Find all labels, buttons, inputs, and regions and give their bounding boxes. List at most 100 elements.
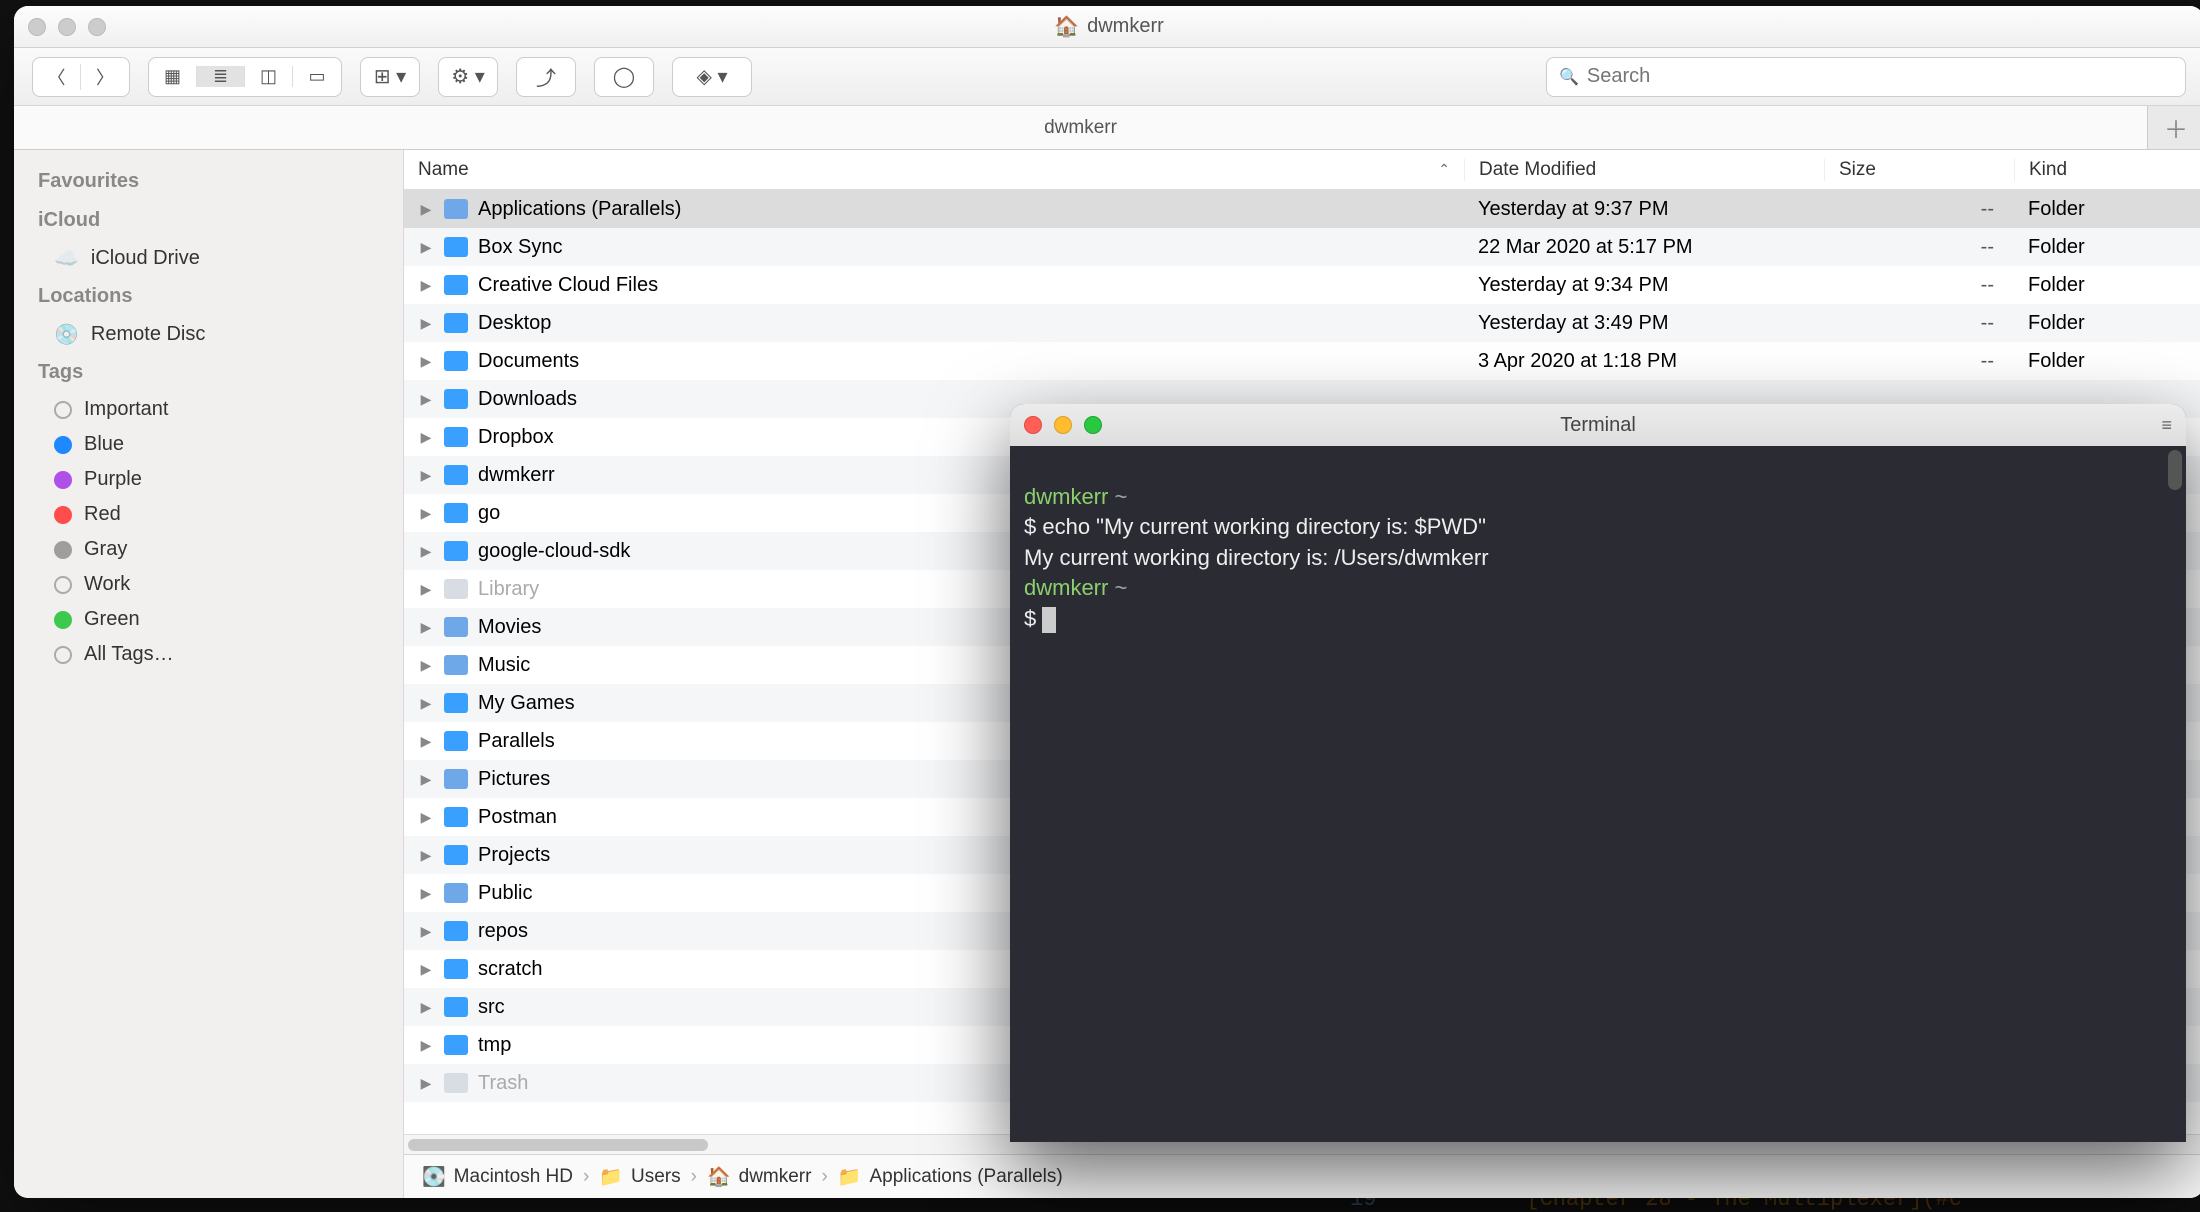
cloud-icon: ☁️ bbox=[54, 246, 79, 271]
column-size[interactable]: Size bbox=[1824, 159, 2014, 181]
disclosure-triangle-icon[interactable]: ▶ bbox=[418, 809, 434, 826]
path-separator-icon: › bbox=[691, 1166, 697, 1188]
minimize-button[interactable] bbox=[58, 18, 76, 36]
home-icon: 🏠 bbox=[1054, 14, 1079, 39]
disclosure-triangle-icon[interactable]: ▶ bbox=[418, 505, 434, 522]
zoom-button[interactable] bbox=[88, 18, 106, 36]
disclosure-triangle-icon[interactable]: ▶ bbox=[418, 391, 434, 408]
column-kind[interactable]: Kind bbox=[2014, 159, 2200, 181]
view-list-button[interactable]: ≣ bbox=[197, 66, 245, 87]
disclosure-triangle-icon[interactable]: ▶ bbox=[418, 847, 434, 864]
search-field[interactable]: 🔍 bbox=[1546, 57, 2186, 97]
view-icon-button[interactable]: ▦ bbox=[149, 66, 197, 87]
folder-icon bbox=[444, 199, 468, 219]
search-input[interactable] bbox=[1587, 65, 2173, 88]
disc-icon: 💿 bbox=[54, 322, 79, 347]
disclosure-triangle-icon[interactable]: ▶ bbox=[418, 543, 434, 560]
disclosure-triangle-icon[interactable]: ▶ bbox=[418, 1037, 434, 1054]
file-kind: Folder bbox=[2014, 312, 2200, 335]
sidebar-tag-item[interactable]: Purple bbox=[14, 462, 403, 497]
sidebar-item-label: Work bbox=[84, 573, 130, 596]
file-row[interactable]: ▶Applications (Parallels)Yesterday at 9:… bbox=[404, 190, 2200, 228]
disclosure-triangle-icon[interactable]: ▶ bbox=[418, 467, 434, 484]
column-name[interactable]: Name ⌃ bbox=[404, 159, 1464, 181]
column-date-modified[interactable]: Date Modified bbox=[1464, 159, 1824, 181]
disclosure-triangle-icon[interactable]: ▶ bbox=[418, 1075, 434, 1092]
path-component[interactable]: 📁Users bbox=[599, 1165, 680, 1189]
file-name: Library bbox=[478, 578, 539, 601]
disclosure-triangle-icon[interactable]: ▶ bbox=[418, 771, 434, 788]
file-name: Public bbox=[478, 882, 532, 905]
file-size: -- bbox=[1824, 198, 2014, 221]
sidebar-tag-item[interactable]: Green bbox=[14, 602, 403, 637]
terminal-titlebar[interactable]: Terminal ≡ bbox=[1010, 404, 2186, 446]
sidebar-tag-item[interactable]: Red bbox=[14, 497, 403, 532]
file-row[interactable]: ▶Creative Cloud FilesYesterday at 9:34 P… bbox=[404, 266, 2200, 304]
file-kind: Folder bbox=[2014, 236, 2200, 259]
sidebar-tag-item[interactable]: Blue bbox=[14, 427, 403, 462]
folder-icon bbox=[444, 427, 468, 447]
scrollbar-thumb[interactable] bbox=[408, 1139, 708, 1151]
path-component[interactable]: 💽Macintosh HD bbox=[422, 1165, 573, 1189]
file-row[interactable]: ▶Box Sync22 Mar 2020 at 5:17 PM--Folder bbox=[404, 228, 2200, 266]
sidebar-tag-item[interactable]: Important bbox=[14, 392, 403, 427]
terminal-scrollbar-thumb[interactable] bbox=[2168, 450, 2182, 490]
arrange-button[interactable]: ⊞ ▾ bbox=[360, 57, 420, 97]
disclosure-triangle-icon[interactable]: ▶ bbox=[418, 999, 434, 1016]
prompt-user: dwmkerr bbox=[1024, 575, 1114, 600]
column-label: Name bbox=[418, 159, 469, 181]
zoom-button[interactable] bbox=[1084, 416, 1102, 434]
folder-icon bbox=[444, 1073, 468, 1093]
disclosure-triangle-icon[interactable]: ▶ bbox=[418, 201, 434, 218]
terminal-menu-icon[interactable]: ≡ bbox=[2161, 415, 2172, 436]
new-tab-button[interactable]: ＋ bbox=[2148, 110, 2200, 145]
disclosure-triangle-icon[interactable]: ▶ bbox=[418, 277, 434, 294]
tab-dwmkerr[interactable]: dwmkerr bbox=[14, 106, 2148, 149]
terminal-body[interactable]: dwmkerr ~ $ echo "My current working dir… bbox=[1010, 446, 2186, 1142]
minimize-button[interactable] bbox=[1054, 416, 1072, 434]
view-gallery-button[interactable]: ▭ bbox=[293, 66, 341, 87]
sidebar-item-icloud-drive[interactable]: ☁️ iCloud Drive bbox=[14, 240, 403, 277]
finder-titlebar[interactable]: 🏠 dwmkerr bbox=[14, 6, 2200, 48]
disclosure-triangle-icon[interactable]: ▶ bbox=[418, 923, 434, 940]
path-separator-icon: › bbox=[583, 1166, 589, 1188]
disclosure-triangle-icon[interactable]: ▶ bbox=[418, 315, 434, 332]
action-gear-button[interactable]: ⚙ ▾ bbox=[438, 57, 498, 97]
disclosure-triangle-icon[interactable]: ▶ bbox=[418, 353, 434, 370]
forward-button[interactable]: 〉 bbox=[81, 64, 129, 90]
file-row[interactable]: ▶Documents3 Apr 2020 at 1:18 PM--Folder bbox=[404, 342, 2200, 380]
disclosure-triangle-icon[interactable]: ▶ bbox=[418, 239, 434, 256]
sidebar-header-icloud: iCloud bbox=[14, 201, 403, 240]
disclosure-triangle-icon[interactable]: ▶ bbox=[418, 695, 434, 712]
disclosure-triangle-icon[interactable]: ▶ bbox=[418, 581, 434, 598]
share-button[interactable]: ⤴ bbox=[516, 57, 576, 97]
disclosure-triangle-icon[interactable]: ▶ bbox=[418, 961, 434, 978]
folder-icon bbox=[444, 617, 468, 637]
path-component[interactable]: 🏠dwmkerr bbox=[707, 1165, 812, 1189]
dropbox-button[interactable]: ◈ ▾ bbox=[672, 57, 752, 97]
tag-dot-icon bbox=[54, 436, 72, 454]
sidebar-tag-item[interactable]: Gray bbox=[14, 532, 403, 567]
path-label: Users bbox=[631, 1166, 681, 1188]
sidebar-tag-item[interactable]: Work bbox=[14, 567, 403, 602]
file-row[interactable]: ▶DesktopYesterday at 3:49 PM--Folder bbox=[404, 304, 2200, 342]
view-column-button[interactable]: ◫ bbox=[245, 66, 293, 87]
close-button[interactable] bbox=[1024, 416, 1042, 434]
sidebar-item-remote-disc[interactable]: 💿 Remote Disc bbox=[14, 316, 403, 353]
tag-dot-icon bbox=[54, 611, 72, 629]
disclosure-triangle-icon[interactable]: ▶ bbox=[418, 619, 434, 636]
tags-button[interactable]: ◯ bbox=[594, 57, 654, 97]
file-date: Yesterday at 3:49 PM bbox=[1464, 312, 1824, 335]
sidebar-tag-item[interactable]: All Tags… bbox=[14, 637, 403, 672]
path-component[interactable]: 📁Applications (Parallels) bbox=[838, 1165, 1063, 1189]
file-date: 3 Apr 2020 at 1:18 PM bbox=[1464, 350, 1824, 373]
disclosure-triangle-icon[interactable]: ▶ bbox=[418, 429, 434, 446]
disclosure-triangle-icon[interactable]: ▶ bbox=[418, 733, 434, 750]
disclosure-triangle-icon[interactable]: ▶ bbox=[418, 657, 434, 674]
file-size: -- bbox=[1824, 312, 2014, 335]
sort-ascending-icon: ⌃ bbox=[1438, 161, 1450, 178]
close-button[interactable] bbox=[28, 18, 46, 36]
disclosure-triangle-icon[interactable]: ▶ bbox=[418, 885, 434, 902]
file-name: Creative Cloud Files bbox=[478, 274, 658, 297]
back-button[interactable]: 〈 bbox=[33, 64, 81, 90]
